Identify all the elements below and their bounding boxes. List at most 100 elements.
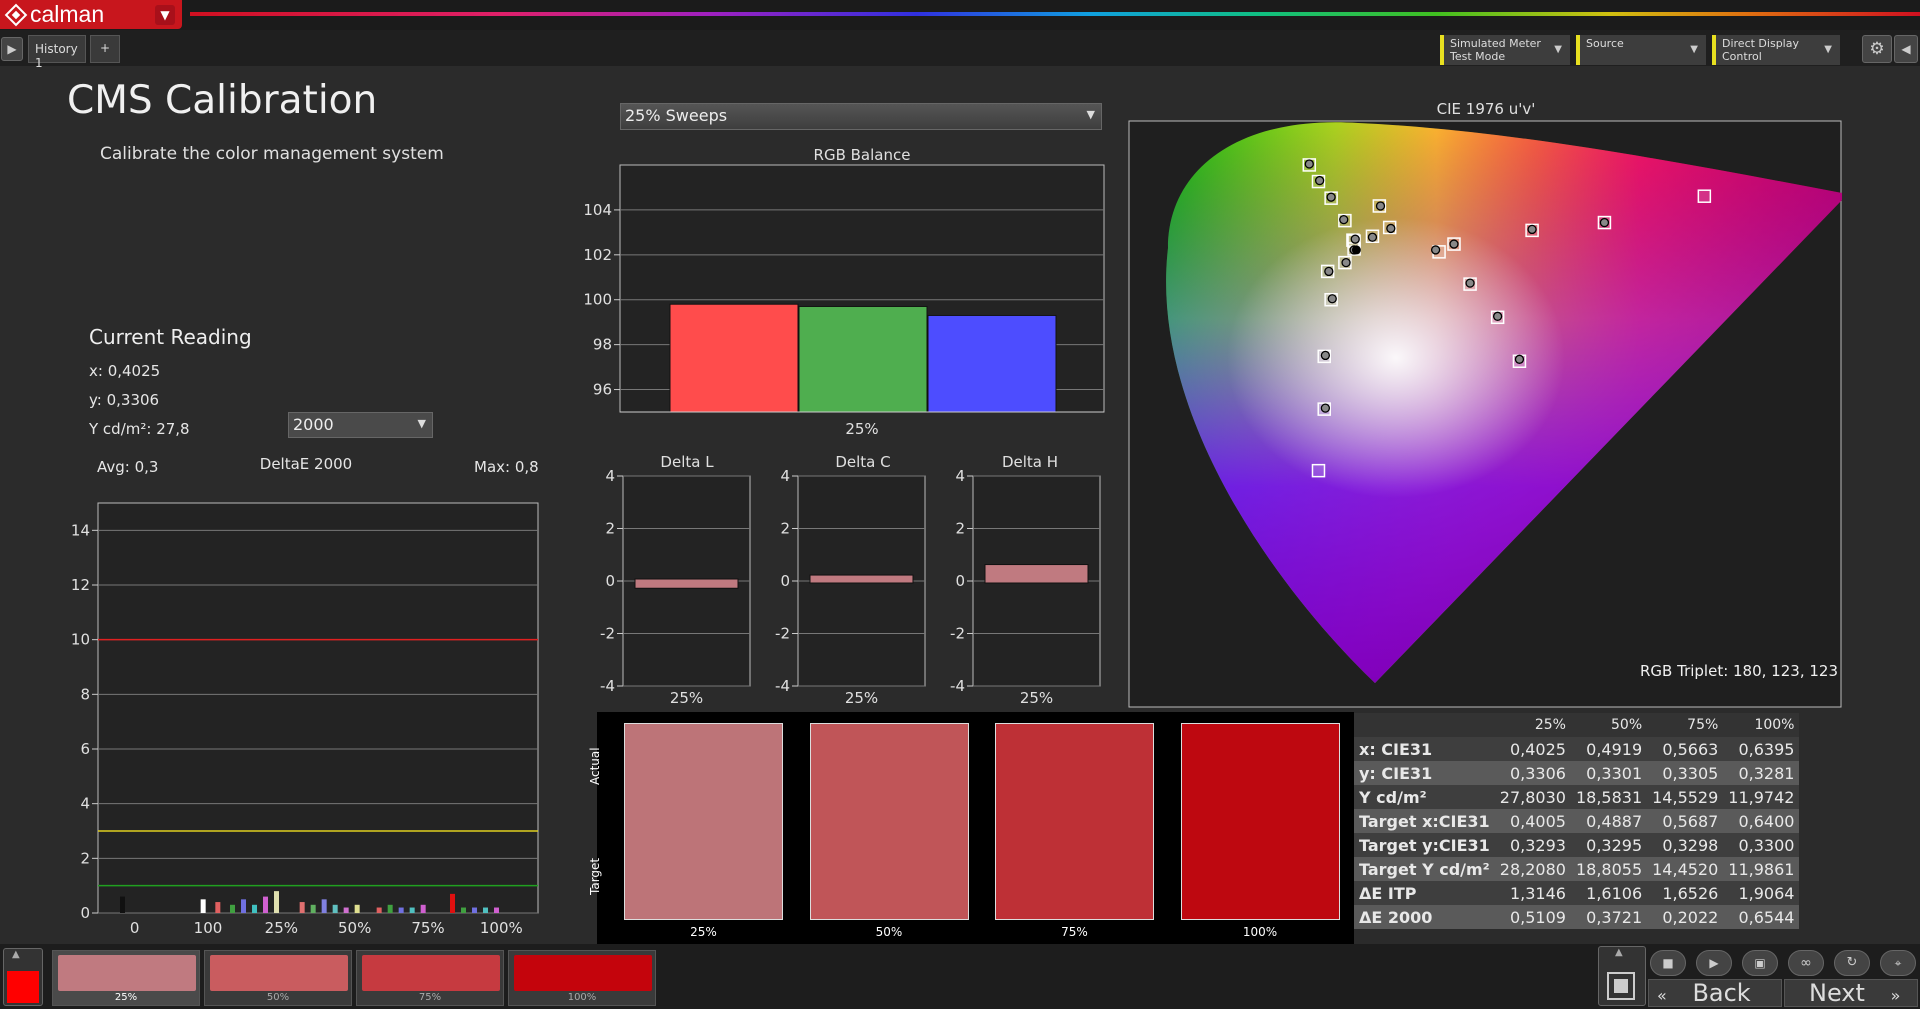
table-cell: 1,9064: [1723, 881, 1800, 905]
y-tick-label: 6: [80, 740, 90, 758]
thumbnail-swatch: [514, 955, 652, 991]
arrow-up-icon[interactable]: ▲: [12, 949, 20, 960]
table-cell: 14,5529: [1647, 785, 1724, 809]
y-tick-label: 14: [71, 521, 90, 539]
current-color-panel: ▲: [3, 948, 43, 1006]
rgb-bar-r: [669, 303, 799, 413]
table-cell: 0,3721: [1570, 905, 1648, 929]
current-color-swatch: [7, 971, 39, 1003]
sweep-thumbnail[interactable]: 75%: [356, 950, 504, 1006]
deltae-bar: [274, 891, 279, 913]
x-tick-label: 25%: [670, 689, 703, 706]
deltae-bar: [200, 899, 206, 913]
table-row: ΔE ITP 1,3146 1,6106 1,6526 1,9064: [1354, 881, 1800, 905]
next-button[interactable]: Next »: [1784, 979, 1918, 1007]
y-tick-label: 0: [955, 572, 965, 590]
sweep-thumbnail[interactable]: 25%: [52, 950, 200, 1006]
sweep-thumbnail[interactable]: 100%: [508, 950, 656, 1006]
deltae-bar: [387, 904, 393, 913]
measured-point: [1320, 350, 1331, 361]
table-header-cell: 75%: [1647, 713, 1724, 737]
row-header: Target y:CIE31: [1354, 833, 1495, 857]
delta-bar: [809, 574, 914, 584]
tab-history-1[interactable]: History 1: [28, 35, 86, 70]
rgb-bar-g: [798, 305, 928, 413]
deltae-bar: [241, 899, 246, 913]
thumbnail-label: 75%: [418, 992, 442, 1003]
display-control-dropdown[interactable]: Direct Display Control ▼: [1712, 35, 1840, 65]
calman-logo[interactable]: calman ▼: [0, 0, 182, 29]
deltae-bar: [450, 893, 455, 913]
color-swatch: [809, 723, 969, 920]
add-tab-button[interactable]: +: [90, 35, 120, 63]
arrow-up-icon[interactable]: ▲: [1615, 947, 1623, 958]
play-icon[interactable]: ▶: [1, 37, 23, 61]
measured-point: [1350, 234, 1360, 244]
source-dropdown[interactable]: Source ▼: [1576, 35, 1706, 65]
deltae-bar: [215, 902, 221, 913]
sweep-thumbnail[interactable]: 50%: [204, 950, 352, 1006]
app-menu-button[interactable]: ▼: [155, 5, 175, 25]
stop-square-icon[interactable]: [1607, 972, 1635, 1000]
deltae-bar: [263, 896, 268, 913]
y-tick-label: 4: [80, 795, 90, 813]
target-marker: [1697, 189, 1712, 203]
reading-Y: Y cd/m²: 27,8: [89, 420, 190, 438]
y-tick-label: -2: [775, 625, 790, 643]
measured-point: [1324, 266, 1334, 277]
delta-bar: [634, 578, 739, 589]
table-header-cell: 25%: [1494, 713, 1571, 737]
x-tick-label: 25%: [1020, 689, 1053, 706]
table-cell: 28,2080: [1494, 857, 1571, 881]
stop-icon[interactable]: ■: [1650, 950, 1686, 976]
deltae-bar: [494, 907, 499, 913]
table-cell: 0,6400: [1723, 809, 1800, 833]
measured-point: [1599, 217, 1610, 228]
table-cell: 0,5663: [1647, 737, 1724, 761]
measured-point: [1314, 175, 1325, 186]
color-swatch: [624, 723, 783, 920]
deltae-bar: [483, 907, 488, 913]
measured-point: [1386, 223, 1396, 234]
loop-icon[interactable]: ∞: [1788, 950, 1824, 976]
swatch-label: 75%: [1061, 925, 1088, 939]
y-tick-label: -2: [600, 625, 615, 643]
play-icon[interactable]: ▶: [1696, 950, 1732, 976]
measured-point: [1375, 201, 1386, 211]
table-row: x: CIE31 0,4025 0,4919 0,5663 0,6395: [1354, 737, 1800, 761]
measured-point: [1465, 278, 1475, 288]
deltae-bar: [409, 907, 415, 913]
table-cell: 0,4005: [1494, 809, 1571, 833]
pin-icon[interactable]: ⌖: [1880, 950, 1916, 976]
measured-point: [1367, 232, 1378, 242]
measured-point: [1492, 311, 1503, 321]
table-cell: 0,3300: [1723, 833, 1800, 857]
save-icon[interactable]: ▣: [1742, 950, 1778, 976]
actual-label: Actual: [588, 747, 602, 785]
gear-icon[interactable]: ⚙: [1862, 35, 1892, 63]
y-tick-label: 2: [605, 520, 615, 538]
table-header-row: 25% 50% 75% 100%: [1354, 713, 1800, 737]
deltae-bar: [252, 904, 257, 913]
source-label: Source: [1586, 37, 1624, 50]
table-row: Target Y cd/m² 28,2080 18,8055 14,4520 11,98…: [1354, 857, 1800, 881]
collapse-icon[interactable]: ◀: [1894, 35, 1918, 63]
refresh-icon[interactable]: ↻: [1834, 950, 1870, 976]
delta-e-formula-select[interactable]: 2000 ▼: [288, 412, 433, 438]
y-tick-label: -4: [950, 677, 965, 695]
sweep-select-value: 25% Sweeps: [625, 106, 728, 125]
back-chevron-icon: «: [1657, 986, 1667, 1005]
display-label: Direct Display Control: [1722, 37, 1799, 63]
next-chevron-icon: »: [1890, 986, 1901, 1005]
y-tick-label: 104: [583, 201, 612, 219]
deltae-bar: [120, 896, 125, 913]
current-reading-heading: Current Reading: [89, 325, 252, 349]
table-header-cell: 100%: [1723, 713, 1800, 737]
table-cell: 0,4919: [1570, 737, 1648, 761]
deltae-bar: [230, 904, 235, 913]
thumbnail-swatch: [58, 955, 196, 991]
meter-dropdown[interactable]: Simulated Meter Test Mode ▼: [1440, 35, 1570, 65]
rgb-bar-b: [927, 314, 1057, 413]
back-button[interactable]: « Back: [1648, 979, 1782, 1007]
sweep-select[interactable]: 25% Sweeps ▼: [620, 103, 1102, 130]
